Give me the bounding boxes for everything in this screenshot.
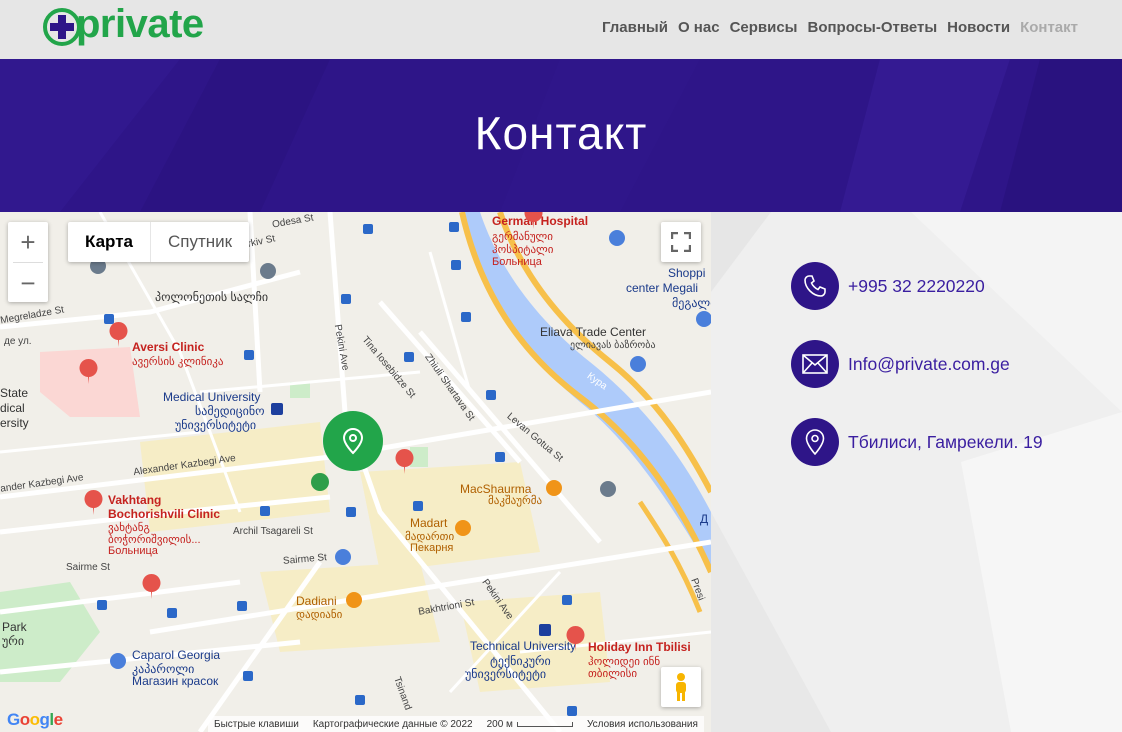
restaurant-pin-icon (346, 480, 562, 608)
map-data-credit: Картографические данные © 2022 (312, 718, 473, 730)
phone-glyph (804, 275, 826, 297)
fullscreen-icon (671, 232, 691, 252)
contact-email-row[interactable]: Info@private.com.ge (791, 340, 1010, 388)
map-type-control: Карта Спутник (68, 222, 250, 262)
nav-about[interactable]: О нас (678, 19, 720, 36)
logo-text: private (76, 2, 204, 46)
google-logo-o2: o (29, 710, 40, 729)
map-pins (79, 212, 711, 716)
zoom-in-button[interactable]: + (8, 222, 48, 262)
google-logo-o1: o (19, 710, 30, 729)
hero-banner: Контакт (0, 59, 1122, 212)
map-type-map-button[interactable]: Карта (68, 222, 150, 262)
scale-label: 200 м (486, 718, 513, 730)
envelope-icon (791, 340, 839, 388)
contact-email[interactable]: Info@private.com.ge (848, 354, 1010, 375)
envelope-glyph (802, 354, 828, 374)
nav-home[interactable]: Главный (602, 19, 668, 36)
contact-address: Тбилиси, Гамрекели. 19 (848, 431, 1043, 452)
google-map[interactable]: Odesa St Kharkiv St პოლონეთის სალჩი Megr… (0, 212, 711, 732)
contact-phone-row[interactable]: +995 32 2220220 (791, 262, 985, 310)
map-type-satellite-button[interactable]: Спутник (151, 222, 249, 262)
nav-services[interactable]: Сервисы (730, 19, 798, 36)
zoom-control: + − (8, 222, 48, 302)
page-title: Контакт (474, 107, 648, 159)
main-nav: Главный О нас Сервисы Вопросы-Ответы Нов… (602, 19, 1078, 36)
contact-phone[interactable]: +995 32 2220220 (848, 276, 985, 297)
contact-panel: +995 32 2220220 Info@private.com.ge Тбил… (711, 212, 1122, 732)
terms-link[interactable]: Условия использования (587, 719, 698, 730)
google-logo-e: e (53, 710, 63, 729)
google-logo-g2: g (39, 710, 50, 729)
location-marker[interactable] (323, 411, 383, 471)
street-view-button[interactable] (661, 667, 701, 707)
nav-contact[interactable]: Контакт (1020, 19, 1078, 36)
fullscreen-button[interactable] (661, 222, 701, 262)
phone-icon (791, 262, 839, 310)
park-pin-icon (311, 473, 329, 491)
keyboard-shortcuts-link[interactable]: Быстрые клавиши (214, 719, 299, 730)
site-header: private Главный О нас Сервисы Вопросы-От… (0, 0, 1122, 59)
location-icon (791, 418, 839, 466)
pegman-icon (676, 673, 686, 701)
location-glyph (805, 429, 825, 455)
shop-pin-icon (110, 230, 711, 669)
scale-bar (516, 721, 573, 727)
map-footer: Быстрые клавиши Картографические данные … (208, 716, 704, 732)
google-logo-g: G (7, 710, 20, 729)
map-scale[interactable]: 200 м (487, 719, 573, 730)
metro-icon (271, 403, 551, 636)
nav-news[interactable]: Новости (947, 19, 1010, 36)
logo[interactable]: private (42, 2, 232, 50)
contact-address-row[interactable]: Тбилиси, Гамрекели. 19 (791, 418, 1043, 466)
nav-faq[interactable]: Вопросы-Ответы (808, 19, 938, 36)
map-pin-icon (342, 427, 364, 455)
bus-stop-icon (97, 222, 577, 716)
google-logo[interactable]: Google (7, 710, 63, 730)
zoom-out-button[interactable]: − (8, 263, 48, 303)
